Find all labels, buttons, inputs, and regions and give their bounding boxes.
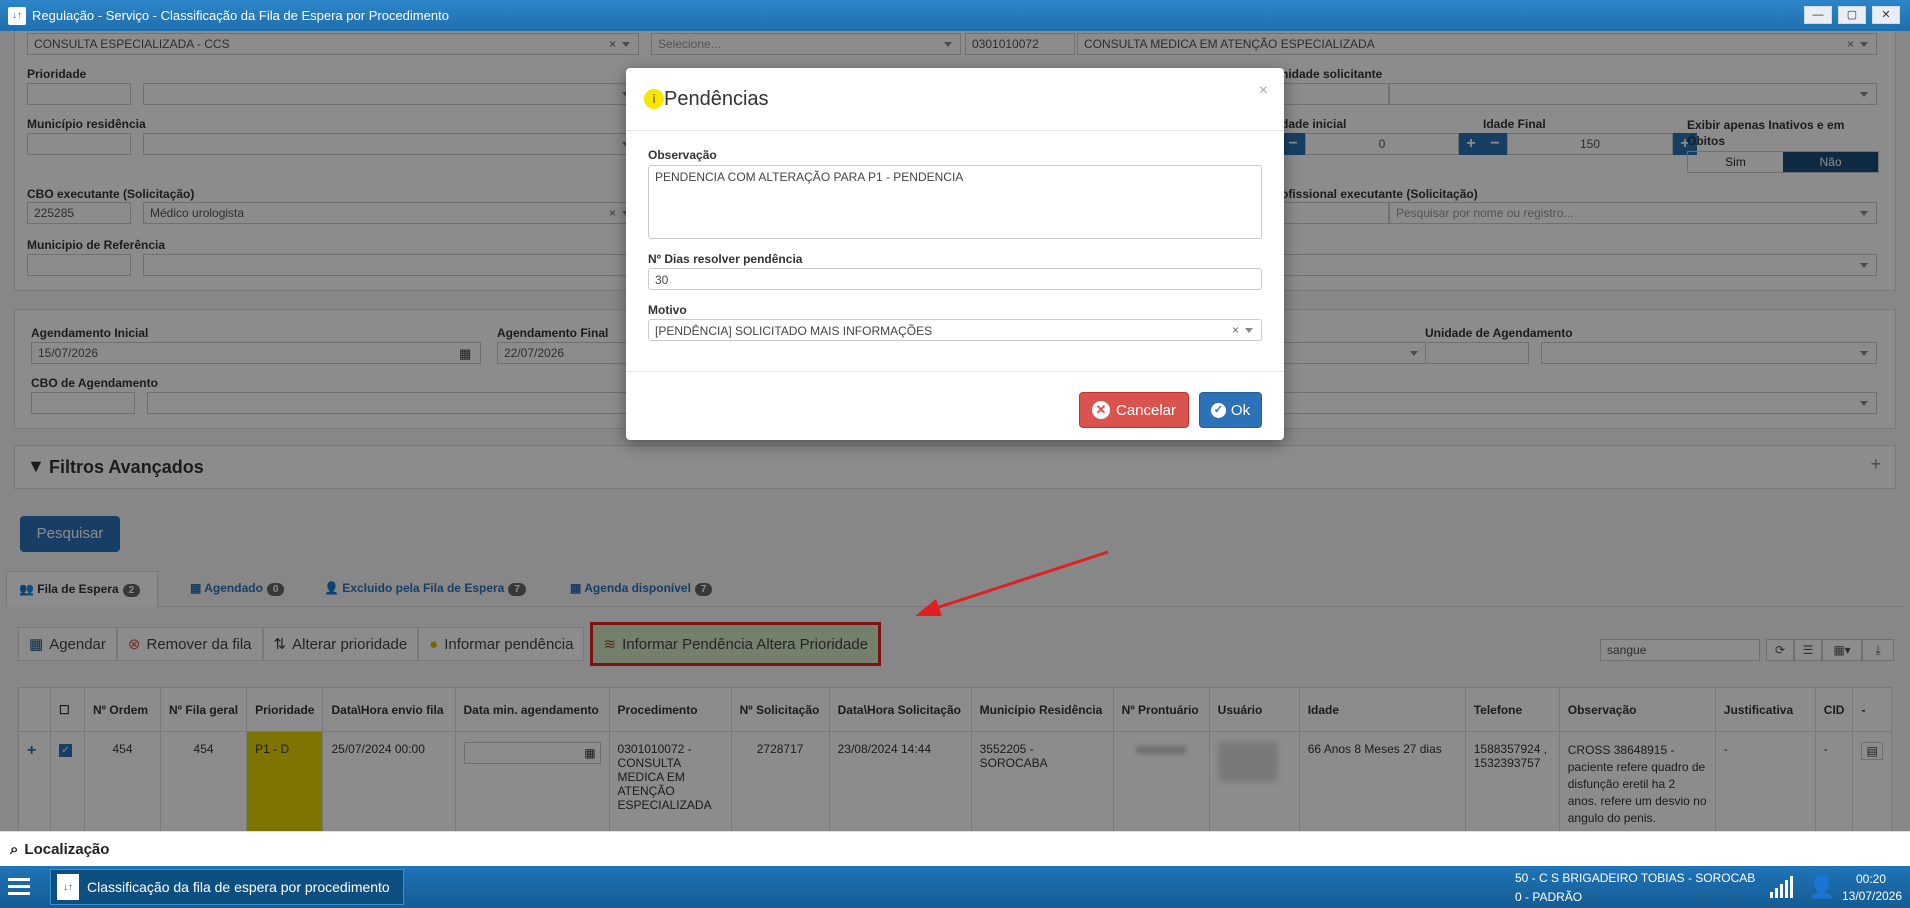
modal-header: i Pendências — [626, 68, 1284, 131]
close-window-button[interactable]: ✕ — [1872, 6, 1900, 24]
localizacao-label: Localização — [24, 840, 110, 858]
app-icon: ↓↑ — [8, 6, 26, 25]
observacao-label: Observação — [648, 148, 717, 162]
dias-input[interactable]: 30 — [648, 268, 1262, 290]
observacao-textarea[interactable]: PENDENCIA COM ALTERAÇÃO PARA P1 - PENDEN… — [648, 165, 1262, 239]
check-icon: ✓ — [1210, 402, 1226, 418]
menu-icon[interactable] — [8, 878, 30, 896]
localizacao-bar[interactable]: ⌕ Localização — [0, 831, 1910, 866]
close-icon[interactable]: × — [1259, 82, 1268, 100]
modal-body: Observação PENDENCIA COM ALTERAÇÃO PARA … — [626, 131, 1284, 371]
motivo-select[interactable]: [PENDÊNCIA] SOLICITADO MAIS INFORMAÇÕES × — [648, 319, 1262, 341]
app-icon: ↓↑ — [57, 874, 79, 900]
clock-date: 13/07/2026 — [1842, 889, 1903, 903]
unit-line2: 0 - PADRÃO — [1515, 890, 1583, 904]
modal-title: Pendências — [664, 87, 769, 110]
window-title: Regulação - Serviço - Classificação da F… — [32, 8, 449, 23]
ok-button[interactable]: ✓ Ok — [1199, 392, 1262, 428]
modal-footer: ✕ Cancelar ✓ Ok — [626, 371, 1284, 440]
search-icon: ⌕ — [10, 840, 19, 858]
signal-icon — [1770, 876, 1793, 898]
dias-label: Nº Dias resolver pendência — [648, 252, 803, 266]
motivo-label: Motivo — [648, 303, 687, 317]
minimize-button[interactable]: — — [1804, 6, 1832, 24]
user-icon[interactable]: 👤 — [1808, 874, 1835, 900]
maximize-button[interactable]: ▢ — [1838, 6, 1866, 24]
taskbar: ↓↑ Classificação da fila de espera por p… — [0, 866, 1910, 908]
info-icon: i — [644, 89, 664, 109]
clock-time: 00:20 — [1856, 872, 1887, 886]
cancelar-button[interactable]: ✕ Cancelar — [1079, 392, 1189, 428]
unit-line1: 50 - C S BRIGADEIRO TOBIAS - SOROCAB — [1515, 871, 1756, 885]
pendencias-modal: i Pendências × Observação PENDENCIA COM … — [626, 68, 1284, 440]
close-icon: ✕ — [1091, 401, 1110, 419]
window-titlebar: ↓↑ Regulação - Serviço - Classificação d… — [0, 0, 1910, 31]
task-item-label: Classificação da fila de espera por proc… — [87, 879, 390, 895]
task-item-classificacao[interactable]: ↓↑ Classificação da fila de espera por p… — [50, 869, 404, 905]
